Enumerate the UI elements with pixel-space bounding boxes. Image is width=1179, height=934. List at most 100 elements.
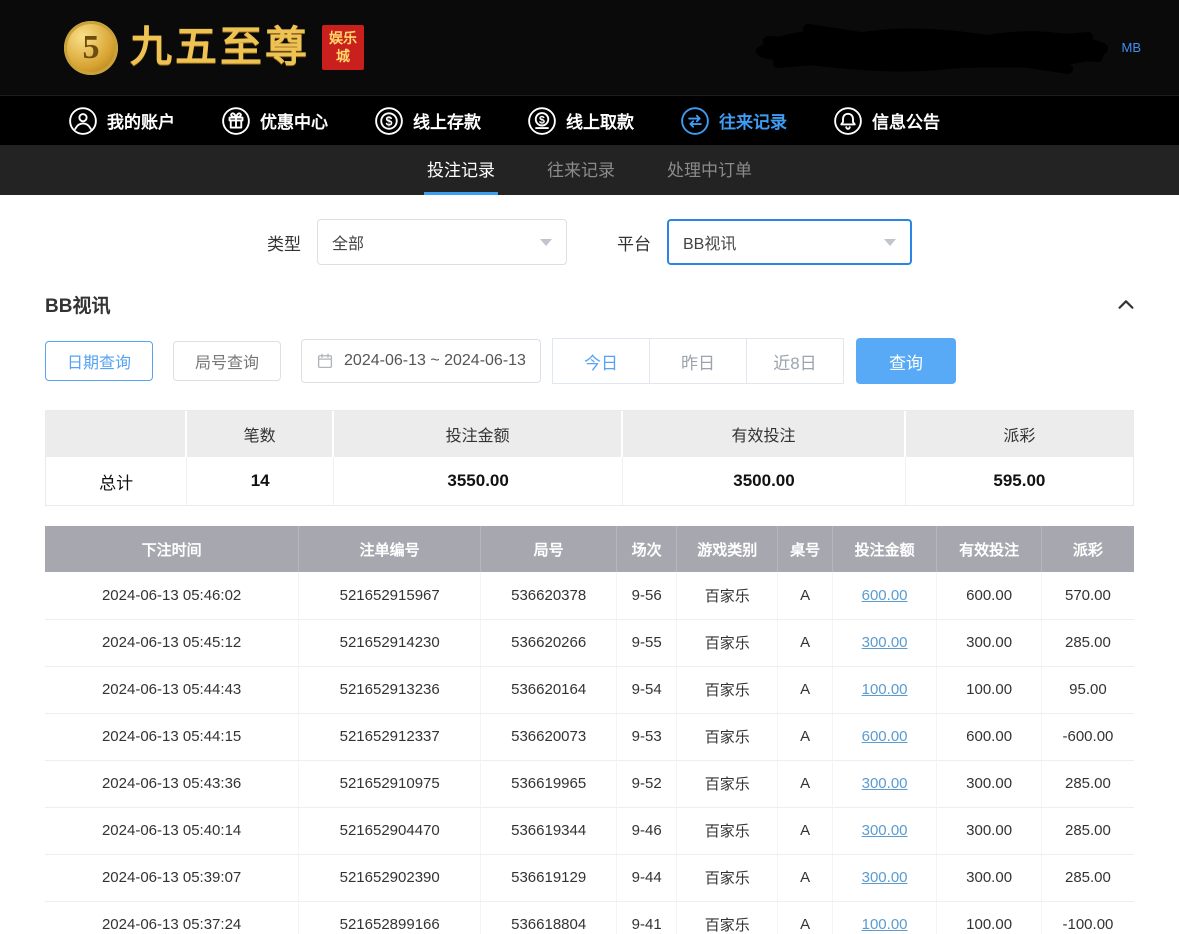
nav-item-label: 往来记录 xyxy=(719,108,787,133)
yesterday-button[interactable]: 昨日 xyxy=(649,338,747,384)
nav-item-5[interactable]: 往来记录 xyxy=(680,106,787,136)
payout-cell: -600.00 xyxy=(1041,713,1134,760)
session-cell: 9-41 xyxy=(617,901,677,934)
bet-amount-link[interactable]: 300.00 xyxy=(862,775,908,792)
table-no-cell: A xyxy=(778,901,832,934)
round-no-cell: 536620073 xyxy=(481,713,617,760)
payout-cell: 285.00 xyxy=(1041,760,1134,807)
payout-cell: 285.00 xyxy=(1041,807,1134,854)
nav-item-label: 我的账户 xyxy=(107,108,175,133)
date-query-button[interactable]: 日期查询 xyxy=(45,341,153,381)
nav-item-6[interactable]: 信息公告 xyxy=(833,106,940,136)
nav-item-3[interactable]: $线上存款 xyxy=(374,106,481,136)
payout-cell: 285.00 xyxy=(1041,854,1134,901)
table-no-cell: A xyxy=(778,713,832,760)
bet-amount-link[interactable]: 300.00 xyxy=(862,634,908,651)
game-type-cell: 百家乐 xyxy=(677,572,778,619)
session-cell: 9-54 xyxy=(617,666,677,713)
round-query-button[interactable]: 局号查询 xyxy=(173,341,281,381)
bet-amount-link[interactable]: 100.00 xyxy=(862,916,908,933)
payout-cell: -100.00 xyxy=(1041,901,1134,934)
valid-bet-cell: 300.00 xyxy=(937,619,1042,666)
bet-id-cell: 521652910975 xyxy=(299,760,481,807)
bet-amount-cell: 300.00 xyxy=(832,854,937,901)
bet-amount-link[interactable]: 300.00 xyxy=(862,869,908,886)
gift-icon xyxy=(221,106,251,136)
type-select-value: 全部 xyxy=(332,230,364,254)
bet-amount-link[interactable]: 600.00 xyxy=(862,587,908,604)
bet-id-cell: 521652913236 xyxy=(299,666,481,713)
tab-1[interactable]: 投注记录 xyxy=(424,145,498,195)
collapse-chevron-up-icon[interactable] xyxy=(1115,294,1137,316)
bet-time-cell: 2024-06-13 05:37:24 xyxy=(45,901,299,934)
brand-badge-line1: 娱乐 xyxy=(329,30,357,48)
tab-3[interactable]: 处理中订单 xyxy=(664,145,755,195)
column-header: 派彩 xyxy=(1041,526,1134,572)
tab-2[interactable]: 往来记录 xyxy=(544,145,618,195)
bet-table-header-row: 下注时间注单编号局号场次游戏类别桌号投注金额有效投注派彩 xyxy=(45,526,1134,572)
transfer-records-icon xyxy=(680,106,710,136)
table-row: 2024-06-13 05:45:12521652914230536620266… xyxy=(45,619,1134,666)
bet-amount-link[interactable]: 600.00 xyxy=(862,728,908,745)
main-nav: 我的账户优惠中心$线上存款$线上取款往来记录信息公告 xyxy=(0,95,1179,145)
nav-item-2[interactable]: 优惠中心 xyxy=(221,106,328,136)
bet-amount-cell: 300.00 xyxy=(832,619,937,666)
bet-time-cell: 2024-06-13 05:43:36 xyxy=(45,760,299,807)
bet-id-cell: 521652915967 xyxy=(299,572,481,619)
table-row: 2024-06-13 05:46:02521652915967536620378… xyxy=(45,572,1134,619)
round-no-cell: 536620164 xyxy=(481,666,617,713)
last8days-button[interactable]: 近8日 xyxy=(746,338,844,384)
column-header: 投注金额 xyxy=(832,526,937,572)
valid-bet-cell: 600.00 xyxy=(937,572,1042,619)
bet-id-cell: 521652899166 xyxy=(299,901,481,934)
game-type-cell: 百家乐 xyxy=(677,713,778,760)
platform-filter-label: 平台 xyxy=(617,230,651,255)
bet-amount-link[interactable]: 300.00 xyxy=(862,822,908,839)
session-cell: 9-46 xyxy=(617,807,677,854)
date-range-input[interactable]: 2024-06-13 ~ 2024-06-13 xyxy=(301,339,541,383)
summary-value-cell: 595.00 xyxy=(906,457,1133,505)
deposit-coin-icon: $ xyxy=(374,106,404,136)
brand-title: 九五至尊 xyxy=(130,27,310,69)
redacted-user-info xyxy=(748,19,1116,77)
bet-amount-cell: 100.00 xyxy=(832,901,937,934)
bet-id-cell: 521652912337 xyxy=(299,713,481,760)
header-right: MB xyxy=(748,19,1142,77)
withdraw-coin-icon: $ xyxy=(527,106,557,136)
brand-badge-line2: 城 xyxy=(329,48,357,66)
table-no-cell: A xyxy=(778,760,832,807)
payout-cell: 570.00 xyxy=(1041,572,1134,619)
platform-select[interactable]: BB视讯 xyxy=(667,219,912,265)
nav-item-label: 线上取款 xyxy=(566,108,634,133)
brand-logo[interactable]: 5 九五至尊 娱乐 城 xyxy=(64,21,364,75)
bet-table: 下注时间注单编号局号场次游戏类别桌号投注金额有效投注派彩 2024-06-13 … xyxy=(45,526,1134,934)
valid-bet-cell: 600.00 xyxy=(937,713,1042,760)
sub-tabs: 投注记录往来记录处理中订单 xyxy=(0,145,1179,195)
bet-amount-cell: 600.00 xyxy=(832,713,937,760)
type-select[interactable]: 全部 xyxy=(317,219,567,265)
session-cell: 9-56 xyxy=(617,572,677,619)
payout-cell: 95.00 xyxy=(1041,666,1134,713)
bet-amount-cell: 300.00 xyxy=(832,760,937,807)
game-type-cell: 百家乐 xyxy=(677,901,778,934)
bet-amount-link[interactable]: 100.00 xyxy=(862,681,908,698)
section-head: BB视讯 xyxy=(0,279,1179,328)
today-button[interactable]: 今日 xyxy=(552,338,650,384)
query-row: 日期查询 局号查询 2024-06-13 ~ 2024-06-13 今日 昨日 … xyxy=(0,328,1179,384)
table-row: 2024-06-13 05:40:14521652904470536619344… xyxy=(45,807,1134,854)
nav-item-1[interactable]: 我的账户 xyxy=(68,106,175,136)
calendar-icon xyxy=(316,352,334,370)
summary-header-cell: 派彩 xyxy=(906,411,1133,457)
search-button[interactable]: 查询 xyxy=(856,338,956,384)
nav-item-4[interactable]: $ 线上取款 xyxy=(527,106,634,136)
nav-item-label: 信息公告 xyxy=(872,108,940,133)
game-type-cell: 百家乐 xyxy=(677,619,778,666)
table-no-cell: A xyxy=(778,807,832,854)
summary-table: 笔数投注金额有效投注派彩 总计143550.003500.00595.00 xyxy=(45,410,1134,506)
summary-total-label: 总计 xyxy=(46,457,187,505)
game-type-cell: 百家乐 xyxy=(677,760,778,807)
column-header: 桌号 xyxy=(778,526,832,572)
summary-value-cell: 3500.00 xyxy=(623,457,906,505)
table-row: 2024-06-13 05:39:07521652902390536619129… xyxy=(45,854,1134,901)
payout-cell: 285.00 xyxy=(1041,619,1134,666)
